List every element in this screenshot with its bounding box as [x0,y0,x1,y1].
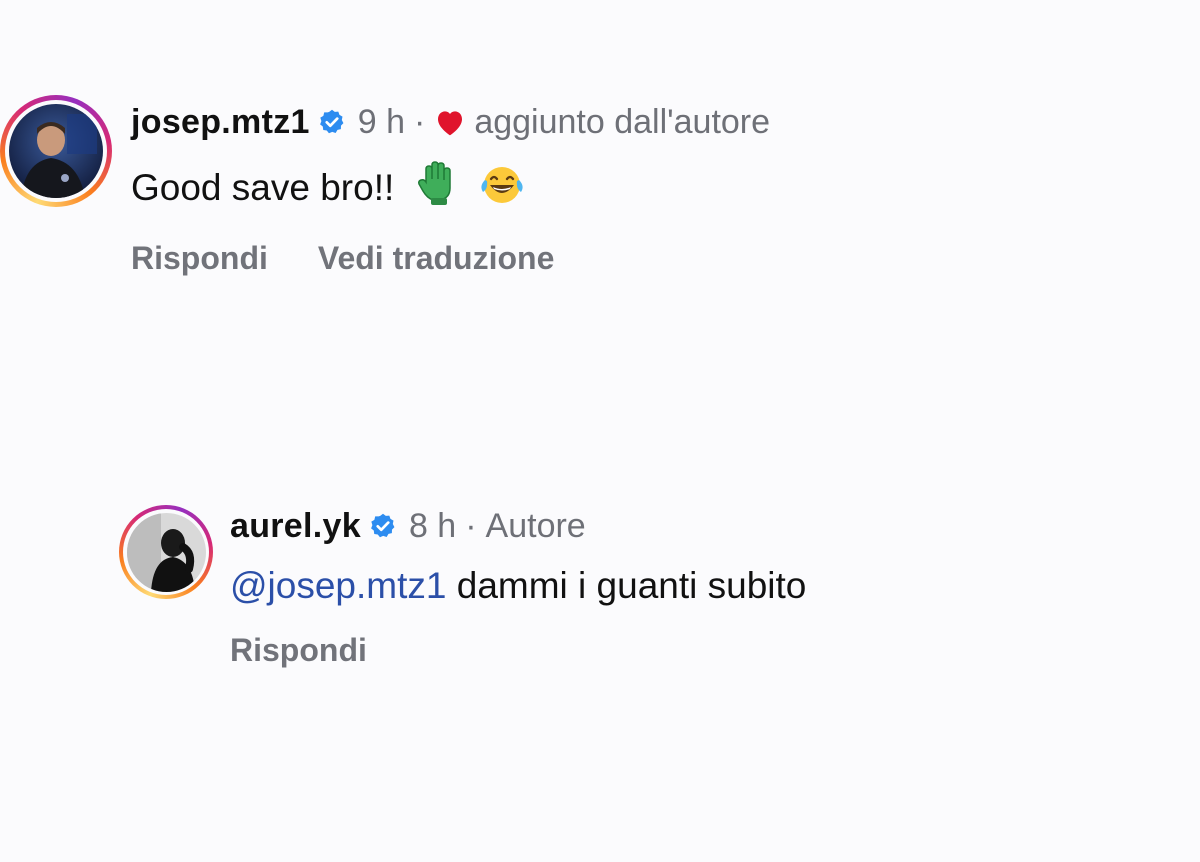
separator-dot: · [465,507,477,545]
comment-aurel: aurel.yk 8 h · Autore @josep.mtz1 dammi … [0,490,1200,690]
comment-text: Good save bro!! [131,160,770,216]
avatar-josep[interactable] [0,95,112,207]
author-label: Autore [485,507,586,545]
comment-header: aurel.yk 8 h · Autore [230,506,806,546]
comment-josep: josep.mtz1 9 h · aggiunto dall'autore Go… [0,0,1200,300]
comment-body: Good save bro!! [131,167,395,208]
comment-body: dammi i guanti subito [446,565,807,606]
glove-emoji-icon [417,160,457,216]
liked-by-author-note: aggiunto dall'autore [474,103,771,141]
separator-dot: · [413,103,426,141]
timestamp: 9 h [357,103,405,141]
reply-button[interactable]: Rispondi [230,630,367,670]
reply-button[interactable]: Rispondi [131,238,268,278]
avatar-photo [126,512,206,592]
comment-text: @josep.mtz1 dammi i guanti subito [230,564,806,608]
see-translation-button[interactable]: Vedi traduzione [318,238,554,278]
timestamp: 8 h [408,507,457,545]
verified-badge-icon [369,512,397,540]
avatar-aurel[interactable] [119,505,213,599]
username[interactable]: josep.mtz1 [131,102,310,142]
username[interactable]: aurel.yk [230,506,361,546]
heart-icon [434,107,466,137]
comment-actions: Rispondi [230,630,806,670]
laughing-tears-emoji-icon [479,164,525,216]
comment-header: josep.mtz1 9 h · aggiunto dall'autore [131,102,770,142]
mention-link[interactable]: @josep.mtz1 [230,565,446,606]
avatar-photo [9,104,103,198]
comments-page: josep.mtz1 9 h · aggiunto dall'autore Go… [0,0,1200,862]
comment-actions: Rispondi Vedi traduzione [131,238,770,278]
verified-badge-icon [318,108,346,136]
